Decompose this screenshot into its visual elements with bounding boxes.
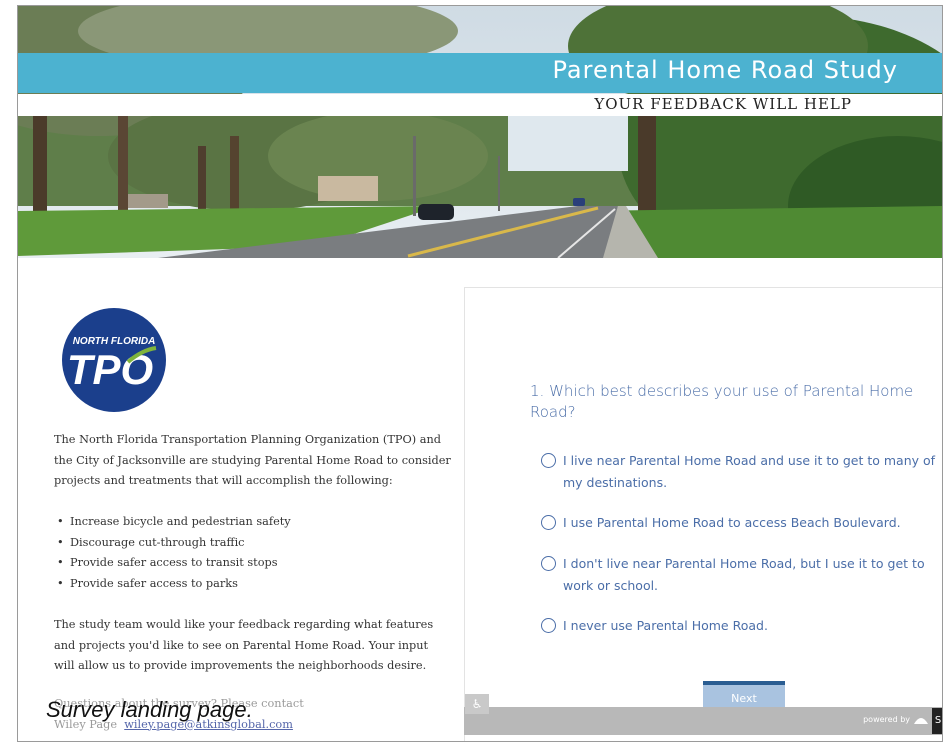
page-title: Parental Home Road Study [552,56,898,84]
banner-title-bar: Parental Home Road Study [18,53,942,93]
option-label: I never use Parental Home Road. [563,618,768,633]
radio-button[interactable] [541,515,556,530]
option-label: I use Parental Home Road to access Beach… [563,515,901,530]
option-live-near[interactable]: I live near Parental Home Road and use i… [541,450,941,494]
surveymonkey-icon [914,718,928,724]
option-never-use[interactable]: I never use Parental Home Road. [541,615,941,637]
caption: Survey landing page. [46,697,253,722]
option-label: I live near Parental Home Road and use i… [563,453,936,490]
intro-paragraph: The North Florida Transportation Plannin… [54,433,451,487]
goal-item: Discourage cut-through traffic [54,533,452,554]
closing-paragraph: The study team would like your feedback … [54,618,434,672]
goal-item: Increase bicycle and pedestrian safety [54,512,452,533]
goal-item: Provide safer access to transit stops [54,553,452,574]
radio-button[interactable] [541,556,556,571]
question-text: 1. Which best describes your use of Pare… [530,382,914,421]
option-label: I don't live near Parental Home Road, bu… [563,556,925,593]
accessibility-icon[interactable]: ♿ [465,694,489,714]
banner-subtitle-bar: YOUR FEEDBACK WILL HELP [18,94,942,116]
radio-button[interactable] [541,453,556,468]
option-work-school[interactable]: I don't live near Parental Home Road, bu… [541,553,941,597]
tpo-logo: NORTH FLORIDA TPO [54,306,174,413]
page-subtitle: YOUR FEEDBACK WILL HELP [594,95,852,113]
goal-item: Provide safer access to parks [54,574,452,595]
option-beach-boulevard[interactable]: I use Parental Home Road to access Beach… [541,512,941,534]
goals-list: Increase bicycle and pedestrian safety D… [54,512,452,594]
survey-panel: 1. Which best describes your use of Pare… [464,287,942,741]
page-frame: Parental Home Road Study YOUR FEEDBACK W… [17,5,943,742]
powered-by-text: powered by [863,715,910,724]
brand-box[interactable]: S [932,708,942,734]
radio-button[interactable] [541,618,556,633]
survey-footer: ♿ powered by S [464,694,942,735]
header-photo: Parental Home Road Study YOUR FEEDBACK W… [18,6,942,258]
